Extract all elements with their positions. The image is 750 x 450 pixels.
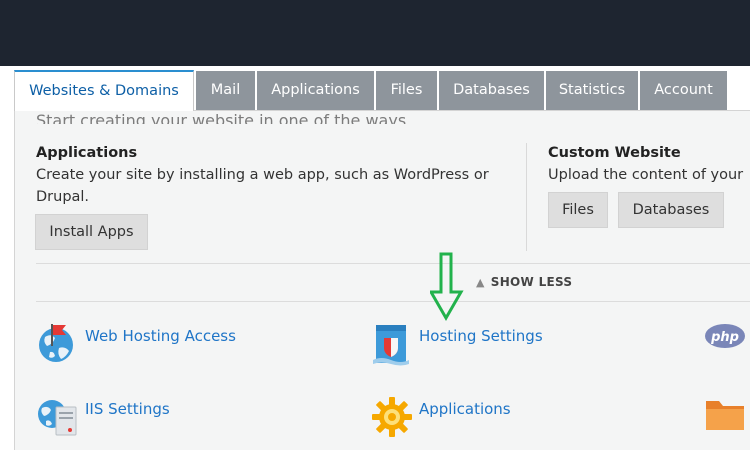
- install-apps-button[interactable]: Install Apps: [35, 214, 148, 250]
- applications-link[interactable]: Applications: [419, 400, 511, 418]
- iis-settings-link[interactable]: IIS Settings: [85, 400, 170, 418]
- php-icon: php: [705, 324, 745, 348]
- tab-applications[interactable]: Applications: [257, 71, 374, 110]
- custom-website-description: Upload the content of your: [548, 167, 744, 183]
- section-divider-top: [36, 263, 750, 264]
- folder-icon: [706, 401, 744, 430]
- annotation-arrow-icon: [430, 252, 464, 322]
- section-divider-bottom: [36, 301, 750, 302]
- hosting-settings-link[interactable]: Hosting Settings: [419, 327, 543, 345]
- chevron-up-icon: ▲: [476, 276, 485, 289]
- svg-text:php: php: [710, 330, 739, 345]
- iis-globe-icon: [38, 400, 77, 436]
- tab-mail[interactable]: Mail: [196, 71, 255, 110]
- tab-websites-domains[interactable]: Websites & Domains: [14, 70, 194, 111]
- tab-databases[interactable]: Databases: [439, 71, 544, 110]
- card-divider: [526, 143, 527, 251]
- show-less-label: SHOW LESS: [490, 275, 573, 289]
- custom-website-title: Custom Website: [548, 145, 681, 161]
- top-header-bar: [0, 0, 750, 66]
- databases-button[interactable]: Databases: [618, 192, 724, 228]
- globe-flag-icon: [39, 324, 73, 362]
- files-button[interactable]: Files: [548, 192, 608, 228]
- web-hosting-access-link[interactable]: Web Hosting Access: [85, 327, 236, 345]
- hosting-settings-icon: [373, 325, 409, 366]
- show-less-toggle[interactable]: ▲ SHOW LESS: [476, 275, 572, 289]
- tab-account[interactable]: Account: [640, 71, 727, 110]
- applications-card-description: Create your site by installing a web app…: [36, 167, 489, 205]
- gear-icon: [372, 397, 412, 437]
- tab-statistics[interactable]: Statistics: [546, 71, 638, 110]
- tab-files[interactable]: Files: [376, 71, 437, 110]
- applications-card-title: Applications: [36, 145, 138, 161]
